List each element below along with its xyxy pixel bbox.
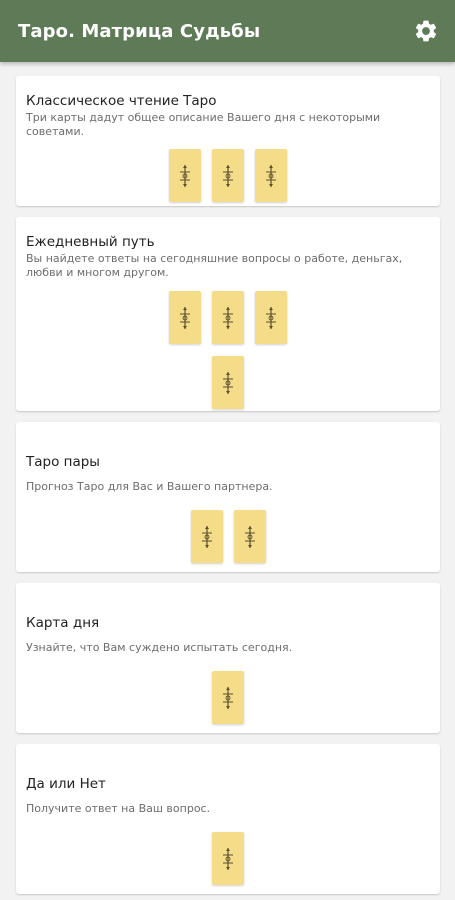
reading-description: Три карты дадут общее описание Вашего дн… [26, 111, 381, 138]
card-ornament-icon [223, 306, 233, 329]
card-ornament-icon [180, 164, 190, 187]
settings-button[interactable] [411, 16, 441, 46]
tarot-card-back [212, 356, 244, 409]
tarot-card-back [190, 510, 223, 563]
card-ornament-icon [266, 164, 276, 187]
card-ornament-icon [223, 847, 233, 870]
tarot-card-back [212, 291, 244, 344]
card-ornament-icon [180, 306, 190, 329]
tarot-card-back [255, 149, 287, 202]
tarot-cards-row [26, 149, 430, 202]
gear-icon [415, 20, 437, 42]
reading-title: Таро пары [26, 454, 100, 470]
card-ornament-icon [223, 686, 233, 709]
reading-title: Ежедневный путь [26, 234, 155, 250]
tarot-cards-row [26, 291, 430, 344]
reading-card-couple[interactable]: Таро пары Прогноз Таро для Вас и Вашего … [16, 422, 440, 572]
tarot-card-back [212, 832, 244, 885]
reading-card-card-of-day[interactable]: Карта дня Узнайте, что Вам суждено испыт… [16, 583, 440, 733]
reading-description: Узнайте, что Вам суждено испытать сегодн… [26, 641, 293, 654]
tarot-cards-row [26, 671, 430, 724]
card-ornament-icon [223, 371, 233, 394]
tarot-cards-row [26, 356, 430, 409]
reading-description: Вы найдете ответы на сегодняшние вопросы… [26, 252, 403, 279]
reading-title: Классическое чтение Таро [26, 93, 217, 109]
card-ornament-icon [223, 164, 233, 187]
reading-description: Прогноз Таро для Вас и Вашего партнера. [26, 480, 273, 493]
tarot-card-back [212, 671, 244, 724]
app-title: Таро. Матрица Судьбы [18, 20, 261, 42]
reading-card-yes-no[interactable]: Да или Нет Получите ответ на Ваш вопрос. [16, 744, 440, 894]
reading-card-classic[interactable]: Классическое чтение Таро Три карты дадут… [16, 76, 440, 206]
reading-description: Получите ответ на Ваш вопрос. [26, 802, 211, 815]
tarot-card-back [169, 149, 201, 202]
app-bar: Таро. Матрица Судьбы [0, 0, 455, 62]
tarot-card-back [212, 149, 244, 202]
tarot-card-back [233, 510, 266, 563]
card-ornament-icon [201, 525, 212, 548]
tarot-card-back [169, 291, 201, 344]
tarot-cards-row [26, 832, 430, 885]
reading-title: Карта дня [26, 615, 100, 631]
reading-title: Да или Нет [26, 776, 106, 792]
tarot-cards-row [26, 510, 430, 563]
card-ornament-icon [244, 525, 255, 548]
reading-card-daily-path[interactable]: Ежедневный путь Вы найдете ответы на сег… [16, 217, 440, 411]
tarot-card-back [255, 291, 287, 344]
card-ornament-icon [266, 306, 276, 329]
